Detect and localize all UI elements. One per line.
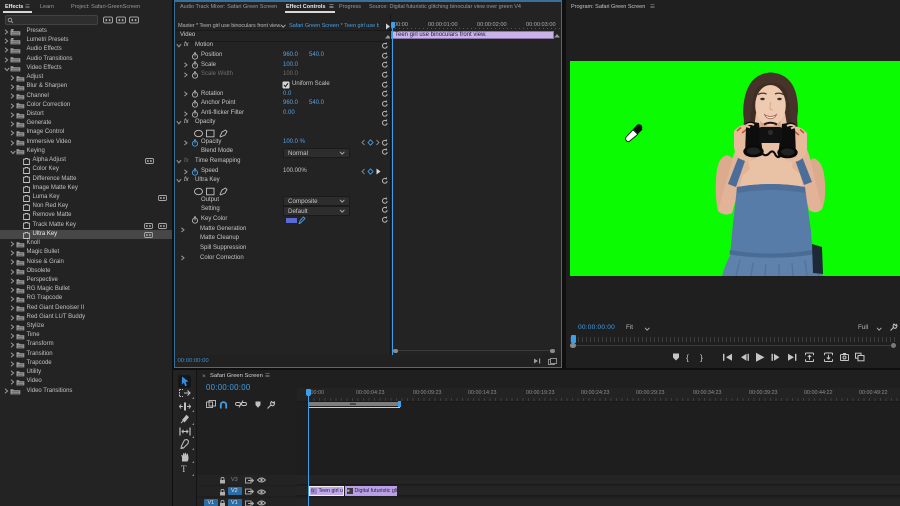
svg-text:}: } [700,352,703,362]
svg-text:{: { [686,352,689,362]
